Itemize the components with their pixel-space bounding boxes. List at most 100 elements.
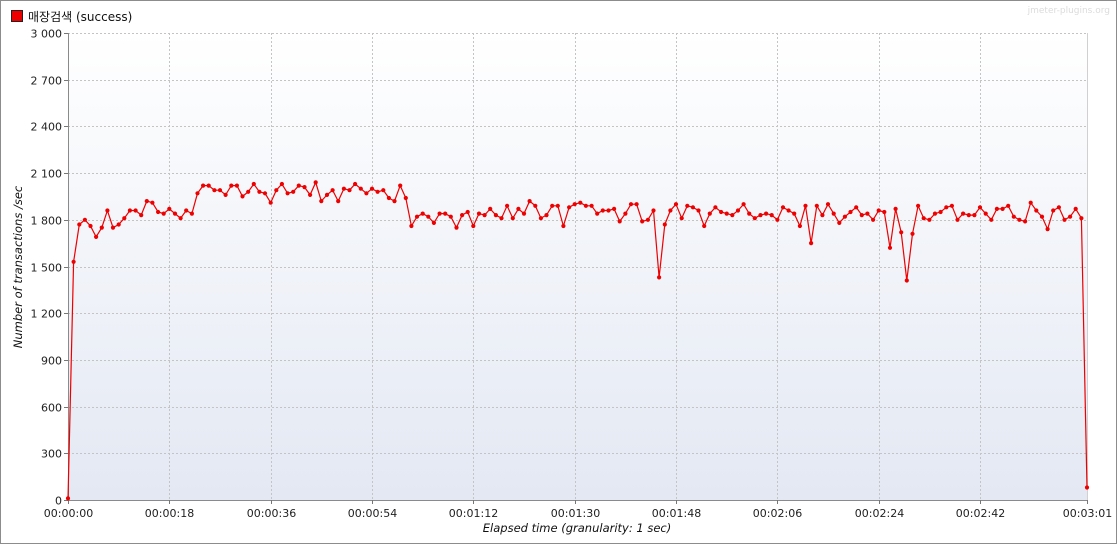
data-point: [1045, 227, 1050, 232]
data-point: [499, 216, 504, 221]
data-point: [161, 211, 166, 216]
data-point: [251, 181, 256, 187]
data-point: [172, 211, 178, 216]
data-point: [437, 211, 442, 216]
data-point: [617, 219, 622, 224]
data-point: [324, 192, 330, 197]
x-tick-label: 00:02:42: [956, 507, 1005, 520]
data-point: [94, 234, 99, 239]
data-point: [1011, 214, 1016, 219]
data-point: [612, 206, 617, 211]
data-point: [77, 222, 82, 227]
x-tick-label: 00:02:24: [855, 507, 904, 520]
data-point: [403, 195, 408, 201]
data-point: [1034, 208, 1039, 213]
data-point: [583, 203, 589, 208]
data-point: [381, 188, 386, 193]
data-point: [133, 208, 138, 213]
watermark: jmeter-plugins.org: [1027, 6, 1110, 16]
transactions-chart: 0 300 600 900 1 200 1 500 1 800 2 100 2 400 2 700…: [11, 28, 1112, 536]
data-point: [99, 225, 104, 230]
data-point: [752, 216, 757, 221]
y-axis-title: Number of transactions /sec: [11, 185, 25, 348]
data-point: [673, 202, 679, 207]
data-point: [572, 202, 577, 207]
data-point: [212, 188, 217, 193]
x-tick-label: 00:00:18: [145, 507, 194, 520]
legend-label: 매장검색 (success): [28, 9, 133, 24]
data-point: [139, 213, 144, 218]
data-point: [825, 202, 831, 207]
data-point: [668, 208, 673, 213]
data-point: [578, 200, 583, 205]
y-tick-label: 300: [41, 448, 62, 461]
y-tick-label: 3 000: [31, 28, 63, 41]
data-point: [358, 186, 363, 191]
data-point: [110, 225, 116, 230]
data-point: [443, 211, 448, 216]
data-point: [206, 183, 211, 188]
data-point: [319, 199, 324, 204]
data-point: [690, 205, 696, 210]
data-point: [910, 231, 915, 236]
data-point: [657, 275, 662, 280]
data-point: [1056, 205, 1061, 210]
data-point: [1023, 219, 1028, 224]
data-point: [561, 223, 566, 229]
data-point: [234, 183, 239, 188]
data-point: [994, 206, 1000, 211]
data-point: [955, 217, 960, 222]
data-point: [262, 191, 268, 196]
data-point: [1000, 206, 1005, 211]
data-point: [893, 206, 898, 211]
data-point: [127, 208, 132, 213]
data-point: [217, 188, 223, 193]
data-point: [229, 183, 234, 188]
data-point: [809, 241, 814, 246]
data-point: [623, 211, 628, 216]
data-point: [448, 214, 453, 219]
data-point: [1079, 216, 1084, 221]
data-point: [685, 203, 690, 208]
data-point: [1084, 485, 1090, 490]
y-tick-label: 1 800: [31, 215, 63, 228]
x-tick-label: 00:01:48: [652, 507, 701, 520]
data-point: [398, 183, 403, 188]
x-tick-label: 00:00:36: [247, 507, 296, 520]
data-point: [589, 203, 594, 208]
data-point: [296, 183, 301, 188]
data-point: [414, 214, 420, 219]
data-point: [392, 199, 397, 204]
data-point: [775, 217, 780, 222]
data-point: [741, 202, 746, 207]
data-point: [887, 245, 893, 250]
data-point: [792, 211, 797, 216]
data-point: [268, 200, 273, 205]
data-point: [488, 206, 493, 211]
y-tick-label: 600: [41, 402, 62, 415]
data-point: [116, 222, 121, 227]
data-point: [876, 208, 881, 213]
x-axis-ticks: 00:00:00 00:00:18 00:00:36 00:00:54 00:01:12…: [44, 500, 1112, 520]
data-point: [921, 216, 926, 221]
data-point: [831, 211, 836, 216]
data-point: [313, 180, 318, 185]
data-point: [460, 213, 465, 218]
data-point: [1051, 208, 1056, 213]
x-tick-label: 00:02:06: [753, 507, 802, 520]
data-point: [426, 214, 431, 219]
legend-swatch: [11, 10, 23, 22]
data-point: [555, 203, 560, 208]
y-tick-label: 1 200: [31, 308, 63, 321]
data-point: [274, 188, 279, 193]
data-point: [308, 192, 313, 197]
data-point: [420, 211, 425, 216]
data-point: [336, 199, 341, 204]
data-point: [369, 186, 375, 191]
data-point: [916, 203, 921, 208]
data-point: [544, 213, 549, 218]
data-point: [167, 206, 172, 211]
data-point: [291, 189, 296, 194]
x-tick-label: 00:01:12: [449, 507, 498, 520]
data-point: [949, 203, 955, 208]
